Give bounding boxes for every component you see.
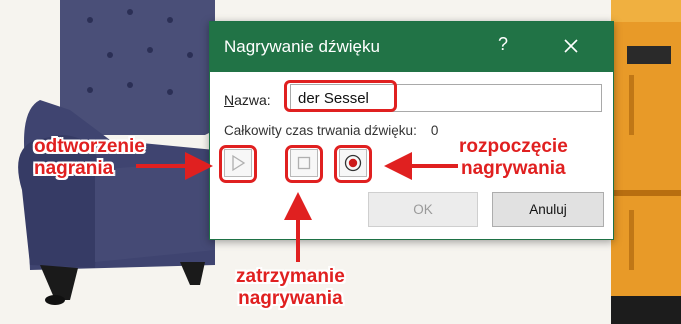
record-annotation-line1: rozpoczęcie [459, 136, 568, 157]
stop-annotation: zatrzymanie nagrywania [236, 266, 345, 310]
play-annotation: odtworzenie nagrania [34, 136, 145, 180]
play-annotation-line1: odtworzenie [34, 136, 145, 157]
play-annotation-line2: nagrania [34, 158, 114, 179]
stop-annotation-line1: zatrzymanie [236, 266, 345, 287]
stop-annotation-line2: nagrywania [238, 288, 343, 309]
record-annotation-line2: nagrywania [461, 158, 566, 179]
record-annotation: rozpoczęcie nagrywania [459, 136, 568, 180]
